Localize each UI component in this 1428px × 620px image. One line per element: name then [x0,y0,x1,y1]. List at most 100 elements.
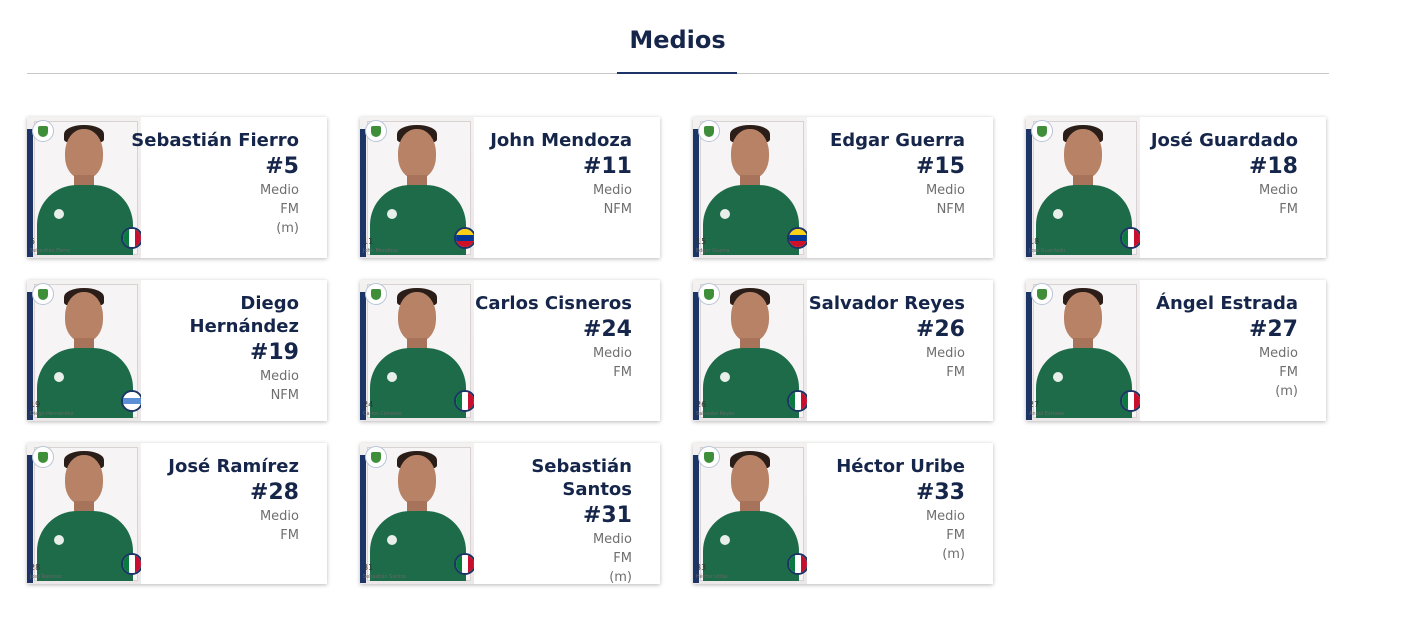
player-card[interactable]: 31 Sebastián Santos Sebastián Santos #31… [360,443,660,584]
player-foot: NFM [936,202,965,217]
player-name[interactable]: José Guardado [1128,129,1298,152]
player-photo[interactable]: 24 Carlos Cisneros [360,280,474,421]
photo-caption-name: Ángel Estrada [1029,411,1064,417]
player-card[interactable]: 26 Salvador Reyes Salvador Reyes #26 Med… [693,280,993,421]
photo-caption-number: 24 [363,400,374,409]
player-photo[interactable]: 15 Edgar Guerra [693,117,807,258]
player-extra: (m) [276,221,299,236]
player-name[interactable]: John Mendoza [462,129,632,152]
player-info: José Ramírez #28 Medio FM [129,455,299,545]
colombia-flag-icon [454,227,474,249]
player-photo[interactable]: 18 José Guardado [1026,117,1140,258]
player-info: Carlos Cisneros #24 Medio FM [462,292,632,382]
player-card[interactable]: 33 Héctor Uribe Héctor Uribe #33 Medio F… [693,443,993,584]
player-number: #24 [582,317,632,342]
mexico-flag-icon [454,390,474,412]
player-number: #33 [915,480,965,505]
player-foot: FM [946,365,965,380]
player-photo[interactable]: 11 John Mendoza [360,117,474,258]
player-position: Medio [1258,183,1298,198]
player-info: Sebastián Fierro #5 Medio FM (m) [129,129,299,238]
photo-caption-number: 31 [363,563,374,572]
player-name[interactable]: Sebastián Santos [462,455,632,501]
player-position: Medio [592,346,632,361]
player-number: #5 [265,154,299,179]
player-foot: NFM [603,202,632,217]
mexico-flag-icon [787,390,807,412]
player-name[interactable]: Salvador Reyes [795,292,965,315]
player-card[interactable]: 24 Carlos Cisneros Carlos Cisneros #24 M… [360,280,660,421]
photo-caption-number: 33 [696,563,707,572]
player-name[interactable]: Ángel Estrada [1128,292,1298,315]
player-foot: FM [280,202,299,217]
player-foot: FM [280,528,299,543]
mexico-flag-icon [1120,227,1140,249]
photo-caption-name: Sebastián Fierro [30,248,71,254]
club-crest-icon [365,120,387,142]
player-foot: FM [613,551,632,566]
player-number: #26 [915,317,965,342]
player-position: Medio [259,509,299,524]
player-foot: FM [946,528,965,543]
photo-caption-number: 26 [696,400,707,409]
player-card[interactable]: 18 José Guardado José Guardado #18 Medio… [1026,117,1326,258]
player-card[interactable]: 28 José Ramírez José Ramírez #28 Medio F… [27,443,327,584]
player-photo[interactable]: 33 Héctor Uribe [693,443,807,584]
photo-caption-number: 28 [30,563,41,572]
photo-caption-name: José Guardado [1029,248,1066,254]
photo-caption-name: Héctor Uribe [696,574,728,580]
player-card[interactable]: 5 Sebastián Fierro Sebastián Fierro #5 M… [27,117,327,258]
player-name[interactable]: Diego Hernández [129,292,300,338]
player-position: Medio [592,183,632,198]
player-photo[interactable]: 28 José Ramírez [27,443,141,584]
player-foot: FM [1279,365,1298,380]
player-number: #15 [915,154,965,179]
player-info: Edgar Guerra #15 Medio NFM [795,129,965,219]
player-number: #31 [582,503,632,528]
player-card[interactable]: 19 Diego Hernández Diego Hernández #19 M… [27,280,327,421]
player-card[interactable]: 27 Ángel Estrada Ángel Estrada #27 Medio… [1026,280,1326,421]
player-name[interactable]: Héctor Uribe [795,455,965,478]
club-crest-icon [698,446,720,468]
photo-caption-name: Carlos Cisneros [363,411,402,417]
player-name[interactable]: José Ramírez [129,455,299,478]
photo-caption-name: Salvador Reyes [696,411,735,417]
player-name[interactable]: Sebastián Fierro [129,129,299,152]
player-position: Medio [925,509,965,524]
club-crest-icon [698,283,720,305]
player-card[interactable]: 15 Edgar Guerra Edgar Guerra #15 Medio N… [693,117,993,258]
photo-caption-name: Sebastián Santos [363,574,407,580]
player-photo[interactable]: 26 Salvador Reyes [693,280,807,421]
photo-caption-number: 19 [30,400,41,409]
player-photo[interactable]: 31 Sebastián Santos [360,443,474,584]
club-crest-icon [1031,283,1053,305]
player-extra: (m) [609,570,632,584]
player-position: Medio [592,532,632,547]
player-position: Medio [1258,346,1298,361]
player-info: Diego Hernández #19 Medio NFM [129,292,300,405]
player-name[interactable]: Edgar Guerra [795,129,965,152]
player-foot: FM [1279,202,1298,217]
player-extra: (m) [942,547,965,562]
player-photo[interactable]: 19 Diego Hernández [27,280,141,421]
section-divider-accent [617,72,737,74]
player-name[interactable]: Carlos Cisneros [462,292,632,315]
mexico-flag-icon [121,553,141,575]
photo-caption-number: 5 [30,237,36,246]
photo-caption-number: 15 [696,237,707,246]
player-card[interactable]: 11 John Mendoza John Mendoza #11 Medio N… [360,117,660,258]
photo-caption-name: José Ramírez [30,574,63,580]
player-foot: NFM [270,388,299,403]
photo-caption-name: Edgar Guerra [696,248,730,254]
player-photo[interactable]: 5 Sebastián Fierro [27,117,141,258]
player-photo[interactable]: 27 Ángel Estrada [1026,280,1140,421]
player-number: #28 [249,480,299,505]
player-extra: (m) [1275,384,1298,399]
player-position: Medio [259,183,299,198]
player-number: #27 [1248,317,1298,342]
player-info: José Guardado #18 Medio FM [1128,129,1298,219]
player-position: Medio [925,183,965,198]
club-crest-icon [32,446,54,468]
player-info: Héctor Uribe #33 Medio FM (m) [795,455,965,564]
colombia-flag-icon [787,227,807,249]
